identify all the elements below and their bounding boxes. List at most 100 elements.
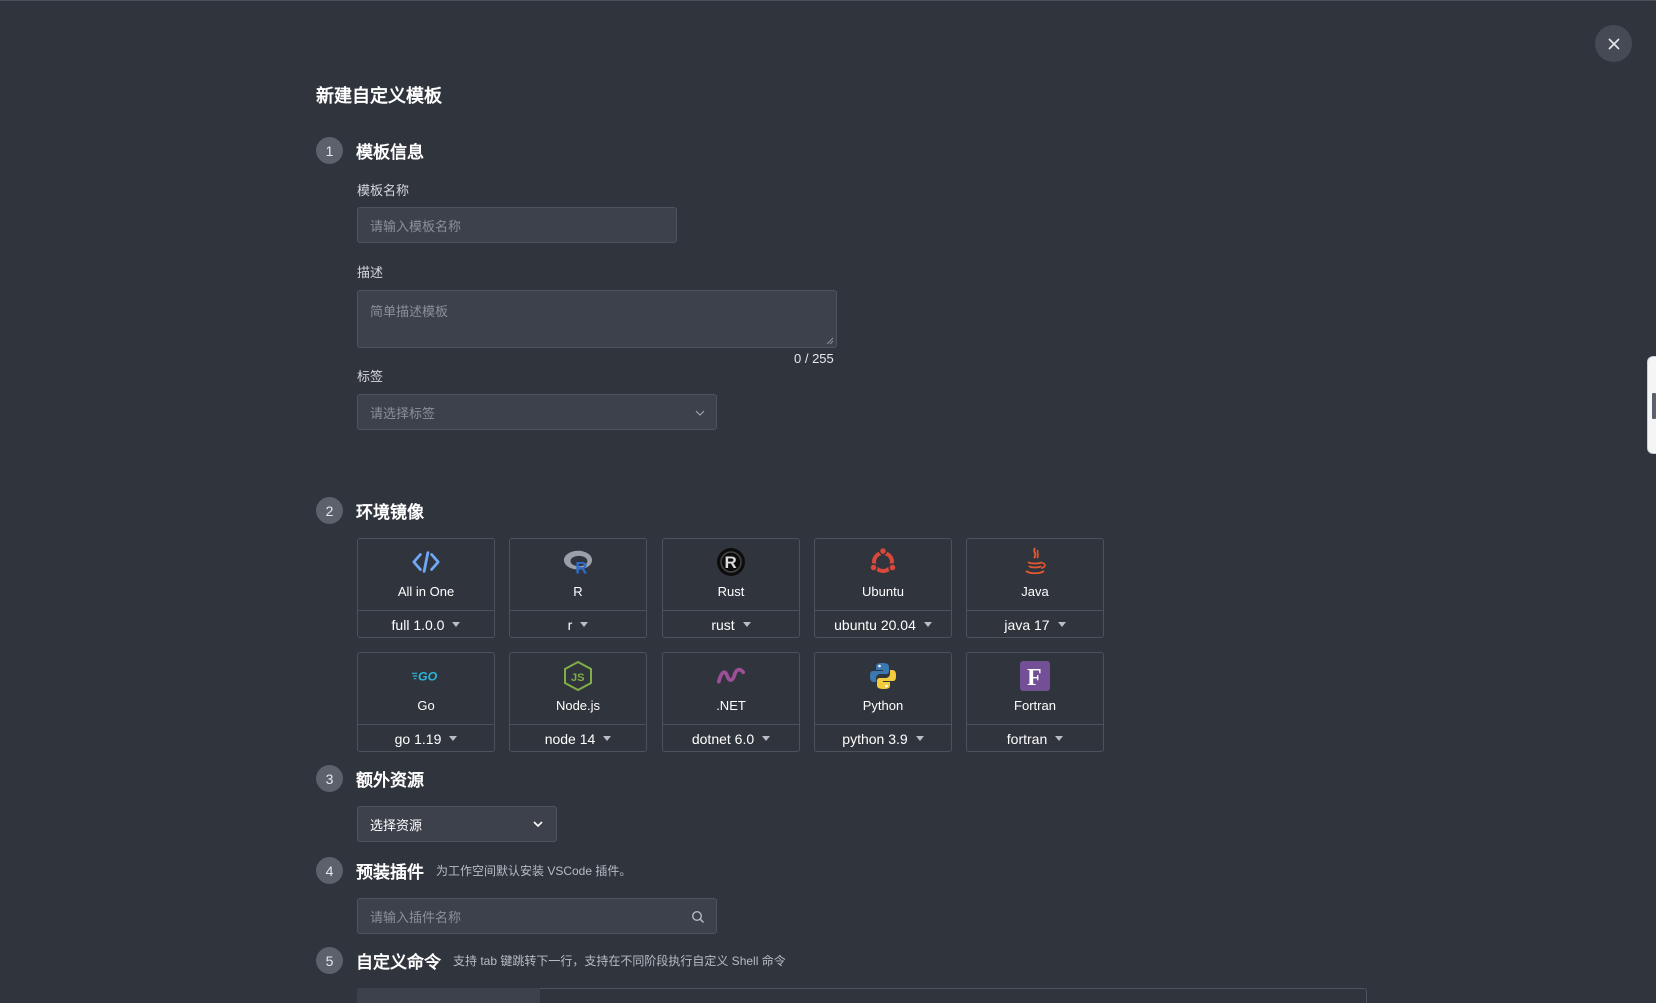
caret-down-icon [1057, 622, 1066, 627]
image-card-go[interactable]: GO Go go 1.19 [357, 652, 495, 752]
step-title: 预装插件 [356, 863, 424, 882]
image-name: Node.js [555, 698, 601, 713]
image-name: Rust [717, 584, 745, 599]
template-name-placeholder: 请输入模板名称 [370, 218, 462, 234]
step-env-image: 2 环境镜像 [316, 497, 424, 524]
description-char-counter: 0 / 255 [794, 351, 834, 366]
close-button[interactable] [1595, 25, 1632, 62]
chevron-down-icon [695, 410, 705, 416]
ubuntu-logo-icon [868, 547, 898, 577]
image-card-all-in-one[interactable]: All in One full 1.0.0 [357, 538, 495, 638]
fortran-logo-icon: F [1020, 661, 1050, 691]
page-title: 新建自定义模板 [316, 86, 442, 106]
version-select[interactable]: rust [663, 610, 799, 638]
caret-down-icon [923, 622, 932, 627]
description-placeholder: 简单描述模板 [370, 304, 449, 319]
image-card-fortran[interactable]: F Fortran fortran [966, 652, 1104, 752]
image-name: All in One [397, 584, 455, 599]
version-select[interactable]: r [510, 610, 646, 638]
step-template-info: 1 模板信息 [316, 137, 424, 164]
java-logo-icon [1020, 547, 1050, 577]
svg-text:JS: JS [571, 672, 584, 684]
template-name-label: 模板名称 [357, 183, 410, 198]
plugin-search-placeholder: 请输入插件名称 [370, 909, 462, 925]
step-hint: 为工作空间默认安装 VSCode 插件。 [436, 864, 632, 878]
go-logo-icon: GO [411, 661, 441, 691]
tag-select[interactable]: 请选择标签 [357, 394, 717, 430]
version-select[interactable]: node 14 [510, 724, 646, 752]
version-label: rust [711, 616, 735, 633]
version-select[interactable]: java 17 [967, 610, 1103, 638]
image-name: Go [417, 698, 435, 713]
svg-text:R: R [725, 553, 737, 572]
image-name: R [573, 584, 583, 599]
rust-logo-icon: R [716, 547, 746, 577]
version-label: fortran [1006, 730, 1048, 747]
svg-text:F: F [1027, 665, 1042, 691]
image-name: Java [1021, 584, 1049, 599]
step-title: 自定义命令 [356, 953, 441, 972]
step-extra-resources: 3 额外资源 [316, 765, 424, 792]
image-card-nodejs[interactable]: JS Node.js node 14 [509, 652, 647, 752]
dotnet-logo-icon [716, 661, 746, 691]
image-card-r[interactable]: R R r [509, 538, 647, 638]
chevron-down-icon [533, 821, 543, 828]
caret-down-icon [603, 736, 612, 741]
version-select[interactable]: dotnet 6.0 [663, 724, 799, 752]
version-label: r [567, 616, 573, 633]
image-name: Fortran [1014, 698, 1056, 713]
template-name-input[interactable]: 请输入模板名称 [357, 207, 677, 243]
version-select[interactable]: ubuntu 20.04 [815, 610, 951, 638]
description-textarea[interactable]: 简单描述模板 [357, 290, 837, 348]
svg-text:R: R [575, 558, 587, 576]
caret-down-icon [580, 622, 589, 627]
version-select[interactable]: go 1.19 [358, 724, 494, 752]
caret-down-icon [762, 736, 771, 741]
caret-down-icon [1055, 736, 1064, 741]
image-card-rust[interactable]: R Rust rust [662, 538, 800, 638]
step-number: 2 [316, 497, 343, 524]
step-title: 模板信息 [356, 143, 424, 162]
version-label: node 14 [544, 730, 596, 747]
caret-down-icon [449, 736, 458, 741]
side-panel-handle[interactable] [1647, 356, 1656, 454]
version-label: java 17 [1004, 616, 1050, 633]
resource-select[interactable]: 选择资源 [357, 806, 557, 842]
tag-label: 标签 [357, 369, 384, 384]
svg-text:GO: GO [418, 669, 438, 683]
version-label: go 1.19 [394, 730, 442, 747]
image-card-java[interactable]: Java java 17 [966, 538, 1104, 638]
version-select[interactable]: full 1.0.0 [358, 610, 494, 638]
command-stage-tab[interactable] [357, 988, 540, 1003]
image-card-ubuntu[interactable]: Ubuntu ubuntu 20.04 [814, 538, 952, 638]
image-name: .NET [716, 698, 746, 713]
resource-select-label: 选择资源 [370, 817, 423, 833]
image-card-dotnet[interactable]: .NET dotnet 6.0 [662, 652, 800, 752]
python-logo-icon [868, 661, 898, 691]
search-icon[interactable] [691, 910, 705, 924]
caret-down-icon [742, 622, 751, 627]
code-icon [411, 547, 441, 577]
caret-down-icon [915, 736, 924, 741]
top-border [0, 0, 1656, 1]
version-label: python 3.9 [842, 730, 908, 747]
step-number: 5 [316, 947, 343, 974]
version-select[interactable]: fortran [967, 724, 1103, 752]
r-logo-icon: R [563, 547, 593, 577]
step-title: 环境镜像 [356, 503, 424, 522]
version-label: dotnet 6.0 [691, 730, 755, 747]
resize-grip-icon[interactable] [826, 337, 834, 345]
description-label: 描述 [357, 265, 384, 280]
step-preinstalled-plugins: 4 预装插件 为工作空间默认安装 VSCode 插件。 [316, 857, 631, 884]
step-title: 额外资源 [356, 771, 424, 790]
plugin-search-input[interactable]: 请输入插件名称 [357, 898, 717, 934]
image-name: Python [862, 698, 904, 713]
tag-placeholder: 请选择标签 [370, 405, 436, 421]
image-card-python[interactable]: Python python 3.9 [814, 652, 952, 752]
image-name: Ubuntu [862, 584, 904, 599]
step-number: 4 [316, 857, 343, 884]
version-select[interactable]: python 3.9 [815, 724, 951, 752]
step-custom-commands: 5 自定义命令 支持 tab 键跳转下一行，支持在不同阶段执行自定义 Shell… [316, 947, 786, 974]
step-hint: 支持 tab 键跳转下一行，支持在不同阶段执行自定义 Shell 命令 [453, 954, 786, 968]
version-label: full 1.0.0 [391, 616, 445, 633]
